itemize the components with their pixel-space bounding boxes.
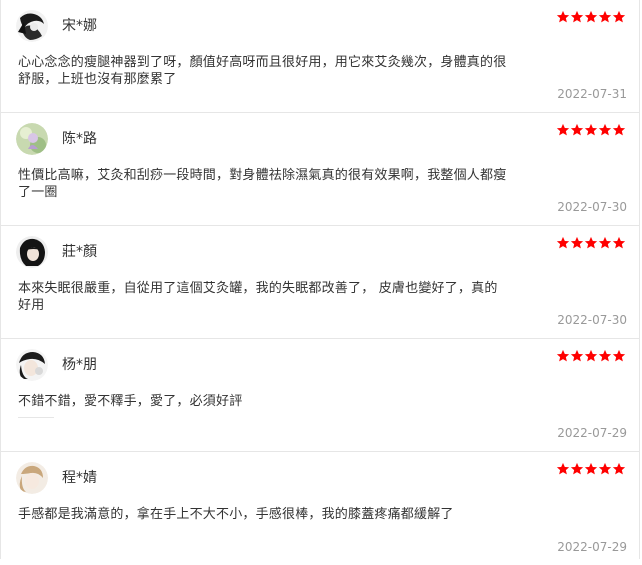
avatar[interactable] xyxy=(16,236,48,268)
review-date: 2022-07-31 xyxy=(557,87,627,101)
review-item: 莊*顏 本來失眠很嚴重，自從用了這個艾灸罐，我的失眠都改善了， 皮膚也變好了，真… xyxy=(1,226,639,339)
star-icon xyxy=(598,10,612,24)
star-icon xyxy=(584,462,598,476)
review-item: 杨*朋 不錯不錯，愛不釋手，愛了，必須好評 2022-07-29 xyxy=(1,339,639,452)
star-icon xyxy=(584,123,598,137)
avatar[interactable] xyxy=(16,349,48,381)
rating-stars xyxy=(556,236,626,250)
star-icon xyxy=(612,236,626,250)
avatar[interactable] xyxy=(16,10,48,42)
review-content: 手感都是我滿意的，拿在手上不大不小，手感很棒，我的膝蓋疼痛都緩解了 xyxy=(18,507,454,522)
star-icon xyxy=(570,349,584,363)
avatar[interactable] xyxy=(16,123,48,155)
star-icon xyxy=(598,462,612,476)
rating-stars xyxy=(556,462,626,476)
reviewer-name: 宋*娜 xyxy=(62,18,97,34)
star-icon xyxy=(570,10,584,24)
star-icon xyxy=(612,123,626,137)
reviewer-name: 程*婧 xyxy=(62,470,97,486)
star-icon xyxy=(556,462,570,476)
star-icon xyxy=(556,236,570,250)
star-icon xyxy=(556,123,570,137)
star-icon xyxy=(584,349,598,363)
rating-stars xyxy=(556,123,626,137)
content-divider xyxy=(18,417,54,418)
review-date: 2022-07-29 xyxy=(557,540,627,554)
star-icon xyxy=(598,236,612,250)
rating-stars xyxy=(556,10,626,24)
star-icon xyxy=(612,462,626,476)
review-list: 宋*娜 心心念念的瘦腿神器到了呀，顏值好高呀而且很好用，用它來艾灸幾次，身體真的… xyxy=(0,0,640,559)
review-item: 宋*娜 心心念念的瘦腿神器到了呀，顏值好高呀而且很好用，用它來艾灸幾次，身體真的… xyxy=(1,0,639,113)
avatar[interactable] xyxy=(16,462,48,494)
star-icon xyxy=(598,123,612,137)
star-icon xyxy=(570,462,584,476)
star-icon xyxy=(556,10,570,24)
review-content: 性價比高嘛，艾灸和刮痧一段時間，對身體祛除濕氣真的很有效果啊，我整個人都瘦了一圈 xyxy=(18,168,507,200)
star-icon xyxy=(612,10,626,24)
reviewer-name: 陈*路 xyxy=(62,131,97,147)
review-content: 不錯不錯，愛不釋手，愛了，必須好評 xyxy=(18,394,243,409)
review-item: 程*婧 手感都是我滿意的，拿在手上不大不小，手感很棒，我的膝蓋疼痛都緩解了 20… xyxy=(1,452,639,565)
star-icon xyxy=(598,349,612,363)
reviewer-name: 莊*顏 xyxy=(62,244,97,260)
star-icon xyxy=(556,349,570,363)
review-date: 2022-07-30 xyxy=(557,200,627,214)
star-icon xyxy=(584,10,598,24)
review-item: 陈*路 性價比高嘛，艾灸和刮痧一段時間，對身體祛除濕氣真的很有效果啊，我整個人都… xyxy=(1,113,639,226)
review-date: 2022-07-29 xyxy=(557,426,627,440)
star-icon xyxy=(570,123,584,137)
review-content: 本來失眠很嚴重，自從用了這個艾灸罐，我的失眠都改善了， 皮膚也變好了，真的好用 xyxy=(18,281,498,313)
review-content: 心心念念的瘦腿神器到了呀，顏值好高呀而且很好用，用它來艾灸幾次，身體真的很舒服，… xyxy=(18,55,507,87)
star-icon xyxy=(570,236,584,250)
review-date: 2022-07-30 xyxy=(557,313,627,327)
rating-stars xyxy=(556,349,626,363)
star-icon xyxy=(612,349,626,363)
reviewer-name: 杨*朋 xyxy=(62,357,97,373)
star-icon xyxy=(584,236,598,250)
